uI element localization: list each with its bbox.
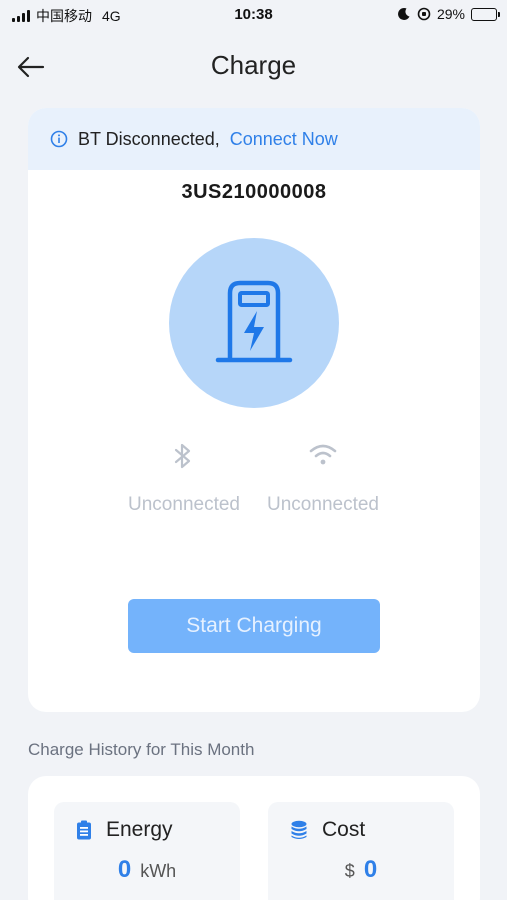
cost-stat-header: Cost [290, 818, 365, 842]
energy-value: 0 kWh [54, 856, 240, 884]
info-icon [50, 130, 68, 148]
charge-history-title: Charge History for This Month [28, 740, 255, 759]
charger-status-circle [169, 238, 339, 408]
start-charging-button[interactable]: Start Charging [128, 599, 380, 653]
cost-value: $ 0 [268, 856, 454, 884]
energy-stat-header: Energy [76, 818, 173, 842]
cost-number: 0 [363, 856, 378, 883]
cost-stat: Cost $ 0 [268, 802, 454, 900]
charger-card: BT Disconnected, Connect Now 3US21000000… [28, 108, 480, 712]
cost-currency: $ [344, 861, 355, 881]
bluetooth-icon [174, 443, 191, 469]
charge-history-card: Energy 0 kWh Cost $ 0 [28, 776, 480, 900]
battery-percent: 29% [436, 6, 465, 22]
page-title: Charge [210, 50, 297, 80]
bt-status-banner: BT Disconnected, Connect Now [28, 108, 480, 170]
battery-clipboard-icon [77, 820, 91, 840]
bt-status-text: BT Disconnected, [78, 128, 220, 149]
orientation-lock-icon [417, 7, 431, 21]
energy-number: 0 [117, 856, 132, 883]
energy-unit: kWh [140, 861, 177, 881]
status-bar: 中国移动 4G 10:38 29% [0, 0, 507, 30]
device-id: 3US210000008 [181, 181, 327, 203]
wifi-status-label: Unconnected [267, 494, 379, 515]
energy-stat: Energy 0 kWh [54, 802, 240, 900]
header: Charge [0, 40, 507, 94]
cost-label: Cost [322, 818, 366, 841]
battery-icon [471, 7, 500, 21]
coins-icon [291, 820, 307, 839]
status-right: 29% [397, 6, 500, 22]
wifi-icon [309, 444, 337, 465]
bluetooth-status-label: Unconnected [128, 494, 240, 515]
moon-icon [398, 7, 410, 20]
connect-now-link[interactable]: Connect Now [230, 129, 338, 150]
energy-label: Energy [106, 818, 173, 841]
charging-station-icon [215, 280, 293, 363]
